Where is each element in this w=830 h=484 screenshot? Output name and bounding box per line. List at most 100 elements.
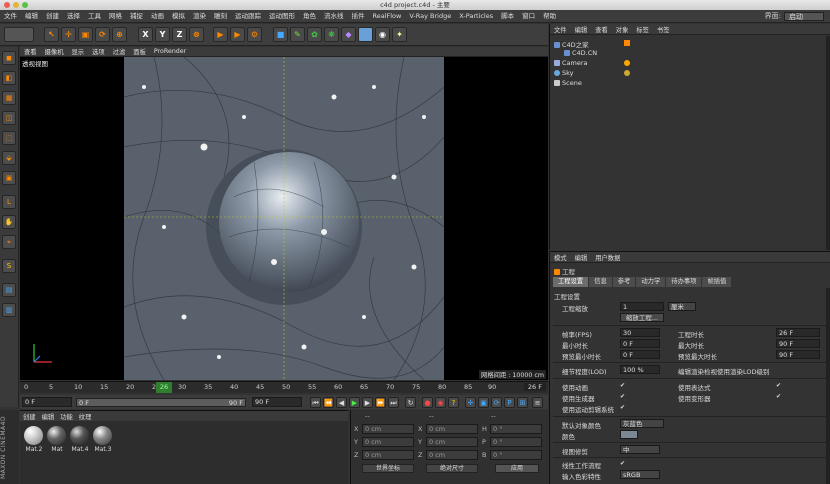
current-frame-marker[interactable]: 26 (156, 382, 172, 393)
menu-snap[interactable]: 捕捉 (126, 10, 147, 23)
polygons-mode-icon[interactable]: ▣ (2, 171, 16, 185)
menu-sculpt[interactable]: 雕刻 (210, 10, 231, 23)
om-menu-bookmarks[interactable]: 书签 (653, 25, 674, 34)
minimize-window-icon[interactable] (13, 2, 19, 8)
menu-window[interactable]: 窗口 (518, 10, 539, 23)
render-settings-icon[interactable]: ⚙ (247, 27, 262, 42)
menu-x-particles[interactable]: X-Particles (455, 10, 497, 23)
move-icon[interactable]: ✛ (61, 27, 76, 42)
next-frame-icon[interactable]: ▶ (362, 397, 373, 408)
rot-p-field[interactable]: 0 ° (490, 437, 542, 447)
apply-button[interactable]: 应用 (495, 464, 539, 473)
loop-icon[interactable]: ↻ (405, 397, 416, 408)
mat-menu-edit[interactable]: 编辑 (39, 412, 58, 421)
menu-mograph[interactable]: 运动图形 (265, 10, 299, 23)
om-menu-object[interactable]: 对象 (612, 25, 633, 34)
prev-frame-icon[interactable]: ◀ (336, 397, 347, 408)
view-clipping-dropdown[interactable]: 中 (620, 445, 660, 454)
tweak-icon[interactable]: ✋ (2, 215, 16, 229)
pla-key-icon[interactable]: ⊞ (517, 397, 528, 408)
sky-material-tag-icon[interactable] (624, 70, 630, 76)
material-swatch[interactable]: Mat.4 (70, 426, 90, 453)
attribute-manager-scrollbar[interactable] (826, 288, 830, 484)
color-swatch[interactable] (620, 430, 638, 439)
menu-edit[interactable]: 编辑 (21, 10, 42, 23)
project-scale-field[interactable]: 1 (620, 302, 664, 311)
play-icon[interactable]: ▶ (349, 397, 360, 408)
menu-file[interactable]: 文件 (0, 10, 21, 23)
size-y-field[interactable]: 0 cm (426, 437, 478, 447)
material-swatch[interactable]: Mat.3 (93, 426, 113, 453)
linear-workflow-checkbox[interactable]: ✔ (620, 461, 626, 467)
light-icon[interactable]: ✦ (392, 27, 407, 42)
use-motion-system-checkbox[interactable]: ✔ (620, 405, 626, 411)
object-row[interactable]: C4D之家 (554, 39, 589, 49)
menu-simulate[interactable]: 模拟 (168, 10, 189, 23)
menu-animate[interactable]: 动画 (147, 10, 168, 23)
use-animation-checkbox[interactable]: ✔ (620, 383, 626, 389)
tab-project-settings[interactable]: 工程设置 (553, 277, 589, 287)
menu-plugins[interactable]: 插件 (348, 10, 369, 23)
end-frame-field[interactable]: 90 F (252, 397, 302, 407)
menu-realflow[interactable]: RealFlow (369, 10, 406, 23)
go-to-end-icon[interactable]: ⏭ (388, 397, 399, 408)
tab-dynamics[interactable]: 动力学 (636, 277, 666, 287)
menu-vray-bridge[interactable]: V-Ray Bridge (405, 10, 455, 23)
object-manager-scrollbar[interactable] (826, 36, 830, 250)
deformer-icon[interactable]: ◆ (341, 27, 356, 42)
vp-menu-view[interactable]: 查看 (20, 47, 41, 56)
menu-mesh[interactable]: 网格 (105, 10, 126, 23)
generator-nurbs-icon[interactable]: ✿ (307, 27, 322, 42)
size-mode-dropdown[interactable]: 绝对尺寸 (426, 464, 478, 473)
max-time-field[interactable]: 90 F (776, 339, 820, 348)
mat-menu-texture[interactable]: 纹理 (76, 412, 95, 421)
spline-pen-icon[interactable]: ✎ (290, 27, 305, 42)
position-key-icon[interactable]: ✛ (465, 397, 476, 408)
scale-key-icon[interactable]: ▣ (478, 397, 489, 408)
perspective-viewport[interactable]: 透视视图 网格间距 : 10000 cm (20, 57, 548, 380)
preview-min-time-field[interactable]: 0 F (620, 350, 660, 359)
menu-help[interactable]: 帮助 (539, 10, 560, 23)
vp-menu-panel[interactable]: 面板 (129, 47, 150, 56)
y-axis-lock-icon[interactable]: Y (155, 27, 170, 42)
record-keyframe-icon[interactable]: ● (422, 397, 433, 408)
stack-layer-icon[interactable]: ▥ (2, 303, 16, 317)
menu-script[interactable]: 脚本 (497, 10, 518, 23)
rot-h-field[interactable]: 0 ° (490, 424, 542, 434)
select-arrow-icon[interactable]: ↖ (44, 27, 59, 42)
array-icon[interactable]: ❋ (324, 27, 339, 42)
coord-mode-dropdown[interactable]: 世界坐标 (362, 464, 414, 473)
object-row[interactable]: Scene (554, 79, 582, 87)
vp-menu-prorender[interactable]: ProRender (150, 48, 190, 55)
am-menu-userdata[interactable]: 用户数据 (591, 253, 624, 262)
object-row[interactable]: C4D.CN (564, 49, 597, 57)
menu-character[interactable]: 角色 (299, 10, 320, 23)
project-duration-field[interactable]: 26 F (776, 328, 820, 337)
scale-project-button[interactable]: 缩放工程... (620, 313, 664, 322)
points-mode-icon[interactable]: ⬚ (2, 131, 16, 145)
tab-info[interactable]: 信息 (589, 277, 612, 287)
use-deformers-checkbox[interactable]: ✔ (776, 394, 782, 400)
edges-mode-icon[interactable]: ⬙ (2, 151, 16, 165)
material-swatch[interactable]: Mat.2 (24, 426, 44, 453)
layout-dropdown[interactable]: 启动 (784, 11, 824, 21)
menu-create[interactable]: 创建 (42, 10, 63, 23)
autokey-icon[interactable]: ◉ (435, 397, 446, 408)
grid-layer-icon[interactable]: ▤ (2, 283, 16, 297)
camera-tag-icon[interactable] (624, 60, 630, 66)
timeline-ruler[interactable]: 0 5 10 15 20 25 30 35 40 45 50 55 60 65 … (20, 381, 548, 393)
floor-icon[interactable] (358, 27, 373, 42)
om-menu-tags[interactable]: 标签 (632, 25, 653, 34)
next-key-icon[interactable]: ⏩ (375, 397, 386, 408)
vp-menu-options[interactable]: 选项 (88, 47, 109, 56)
go-to-start-icon[interactable]: ⏮ (310, 397, 321, 408)
param-key-icon[interactable]: P (504, 397, 515, 408)
recent-tool-icon[interactable]: ⊕ (112, 27, 127, 42)
am-menu-mode[interactable]: 模式 (550, 253, 571, 262)
timeline-menu-icon[interactable]: ≡ (532, 397, 543, 408)
object-tag-icon[interactable] (624, 40, 630, 46)
close-window-icon[interactable] (4, 2, 10, 8)
use-generators-checkbox[interactable]: ✔ (620, 394, 626, 400)
rotation-key-icon[interactable]: ⟳ (491, 397, 502, 408)
min-time-field[interactable]: 0 F (620, 339, 660, 348)
